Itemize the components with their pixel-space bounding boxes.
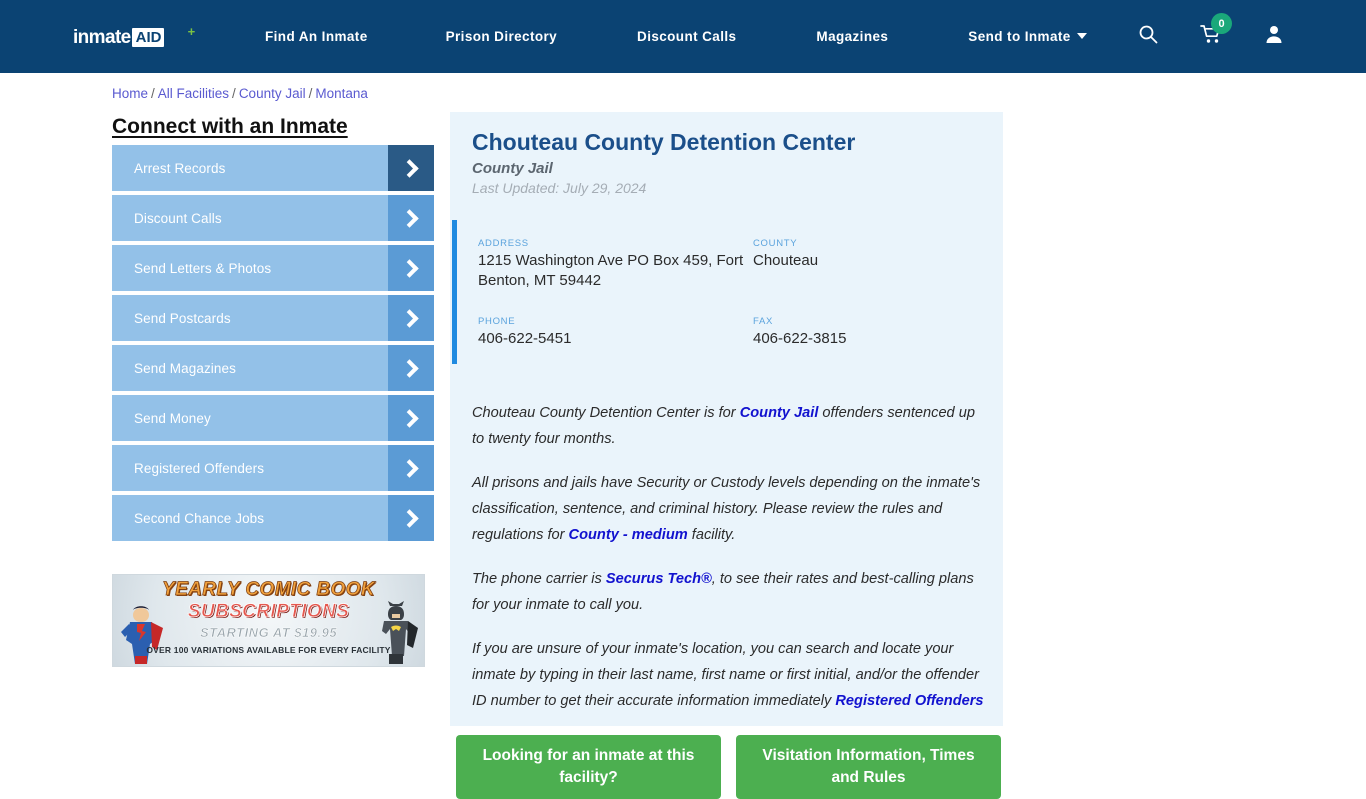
address-cell: ADDRESS 1215 Washington Ave PO Box 459, …: [478, 238, 753, 305]
description-paragraph-1: Chouteau County Detention Center is for …: [472, 400, 984, 452]
address-value: 1215 Washington Ave PO Box 459, Fort Ben…: [478, 252, 744, 289]
facility-description: Chouteau County Detention Center is for …: [472, 400, 984, 714]
search-icon[interactable]: [1138, 24, 1158, 49]
p3-text-a: The phone carrier is: [472, 571, 606, 587]
breadcrumb-item-home[interactable]: Home: [112, 86, 148, 101]
sidebar-item-label: Send Postcards: [134, 310, 231, 326]
chevron-right-icon: [388, 195, 434, 241]
chevron-right-icon: [388, 145, 434, 191]
nav-item-find-an-inmate[interactable]: Find An Inmate: [265, 29, 368, 44]
visitation-information-button[interactable]: Visitation Information, Times and Rules: [736, 735, 1001, 799]
sidebar-item-label: Send Letters & Photos: [134, 260, 272, 276]
fax-label: FAX: [753, 315, 774, 327]
breadcrumb: Home / All Facilities / County Jail / Montana: [112, 86, 368, 101]
comic-book-ad-banner[interactable]: YEARLY COMIC BOOK SUBSCRIPTIONS STARTING…: [112, 574, 425, 667]
fax-value: 406-622-3815: [753, 329, 847, 347]
facility-card: Chouteau County Detention Center County …: [450, 112, 1003, 726]
breadcrumb-item-all-facilities[interactable]: All Facilities: [158, 86, 229, 101]
nav-item-send-to-inmate[interactable]: Send to Inmate: [968, 29, 1087, 44]
county-label: COUNTY: [753, 238, 798, 249]
sidebar-item-registered-offenders[interactable]: Registered Offenders: [112, 445, 434, 491]
sidebar-item-send-magazines[interactable]: Send Magazines: [112, 345, 434, 391]
sidebar-item-send-postcards[interactable]: Send Postcards: [112, 295, 434, 341]
ad-headline-line1: YEARLY COMIC BOOK: [162, 579, 375, 601]
facility-info-block: ADDRESS 1215 Washington Ave PO Box 459, …: [452, 220, 1001, 370]
logo-word: inmate: [73, 27, 131, 48]
breadcrumb-separator: /: [232, 86, 236, 101]
sidebar-item-label: Discount Calls: [134, 210, 222, 226]
user-icon[interactable]: [1264, 24, 1284, 49]
breadcrumb-separator: /: [151, 86, 155, 101]
description-paragraph-4: If you are unsure of your inmate's locat…: [472, 636, 984, 714]
phone-cell: PHONE 406-622-5451: [478, 305, 753, 349]
securus-tech-link[interactable]: Securus Tech®: [606, 571, 712, 587]
nav-item-discount-calls[interactable]: Discount Calls: [637, 29, 736, 44]
cart-icon[interactable]: 0: [1200, 13, 1232, 49]
page-title: Chouteau County Detention Center: [472, 129, 856, 155]
nav-item-prison-directory[interactable]: Prison Directory: [446, 29, 557, 44]
p1-text-a: Chouteau County Detention Center is for: [472, 405, 740, 421]
county-cell: COUNTY Chouteau: [753, 238, 988, 305]
sidebar-item-second-chance-jobs[interactable]: Second Chance Jobs: [112, 495, 434, 541]
main-nav: Find An Inmate Prison Directory Discount…: [265, 0, 1087, 73]
sidebar-item-send-letters-photos[interactable]: Send Letters & Photos: [112, 245, 434, 291]
logo-plus-icon: +: [187, 24, 196, 39]
sidebar-item-arrest-records[interactable]: Arrest Records: [112, 145, 434, 191]
ad-price-line: STARTING AT $19.95: [199, 625, 338, 641]
logo-badge: AID: [131, 28, 165, 47]
accent-bar: [452, 220, 457, 364]
last-updated-text: Last Updated: July 29, 2024: [472, 180, 647, 196]
county-value: Chouteau: [753, 252, 819, 269]
sidebar-item-label: Second Chance Jobs: [134, 510, 265, 526]
sidebar-item-discount-calls[interactable]: Discount Calls: [112, 195, 434, 241]
ad-subtext-line: OVER 100 VARIATIONS AVAILABLE FOR EVERY …: [146, 645, 391, 655]
breadcrumb-item-montana[interactable]: Montana: [315, 86, 368, 101]
phone-label: PHONE: [478, 315, 516, 327]
header-icons: 0: [1138, 0, 1366, 73]
chevron-right-icon: [388, 295, 434, 341]
chevron-right-icon: [388, 245, 434, 291]
sidebar-item-label: Send Money: [134, 410, 211, 426]
facility-type: County Jail: [472, 160, 553, 177]
breadcrumb-item-county-jail[interactable]: County Jail: [239, 86, 306, 101]
fax-cell: FAX 406-622-3815: [753, 305, 988, 349]
description-paragraph-3: The phone carrier is Securus Tech®, to s…: [472, 566, 984, 618]
looking-for-inmate-button[interactable]: Looking for an inmate at this facility?: [456, 735, 721, 799]
facility-info-grid: ADDRESS 1215 Washington Ave PO Box 459, …: [478, 238, 988, 349]
sidebar-item-label: Arrest Records: [134, 160, 226, 176]
registered-offenders-link[interactable]: Registered Offenders: [835, 693, 983, 709]
cart-count-badge: 0: [1211, 13, 1232, 34]
chevron-right-icon: [388, 495, 434, 541]
chevron-right-icon: [388, 395, 434, 441]
sidebar-item-send-money[interactable]: Send Money: [112, 395, 434, 441]
ad-headline-line2: SUBSCRIPTIONS: [187, 601, 350, 623]
sidebar-menu: Arrest Records Discount Calls Send Lette…: [112, 145, 434, 545]
sidebar-title: Connect with an Inmate: [112, 115, 348, 138]
sidebar-item-label: Registered Offenders: [134, 460, 265, 476]
site-header: inmate + AID Find An Inmate Prison Direc…: [0, 0, 1366, 73]
breadcrumb-separator: /: [308, 86, 313, 101]
chevron-down-icon: [1076, 33, 1087, 39]
county-jail-link[interactable]: County Jail: [740, 405, 819, 421]
county-medium-link[interactable]: County - medium: [569, 527, 688, 543]
chevron-right-icon: [388, 445, 434, 491]
chevron-right-icon: [388, 345, 434, 391]
description-paragraph-2: All prisons and jails have Security or C…: [472, 470, 984, 548]
p2-text-b: facility.: [687, 527, 736, 543]
nav-item-magazines[interactable]: Magazines: [816, 29, 888, 44]
cta-button-row: Looking for an inmate at this facility? …: [456, 735, 1001, 799]
site-logo[interactable]: inmate + AID: [73, 25, 195, 50]
sidebar-item-label: Send Magazines: [134, 360, 236, 376]
nav-item-send-to-inmate-label: Send to Inmate: [968, 29, 1071, 44]
address-label: ADDRESS: [478, 238, 529, 249]
phone-value: 406-622-5451: [478, 329, 572, 347]
